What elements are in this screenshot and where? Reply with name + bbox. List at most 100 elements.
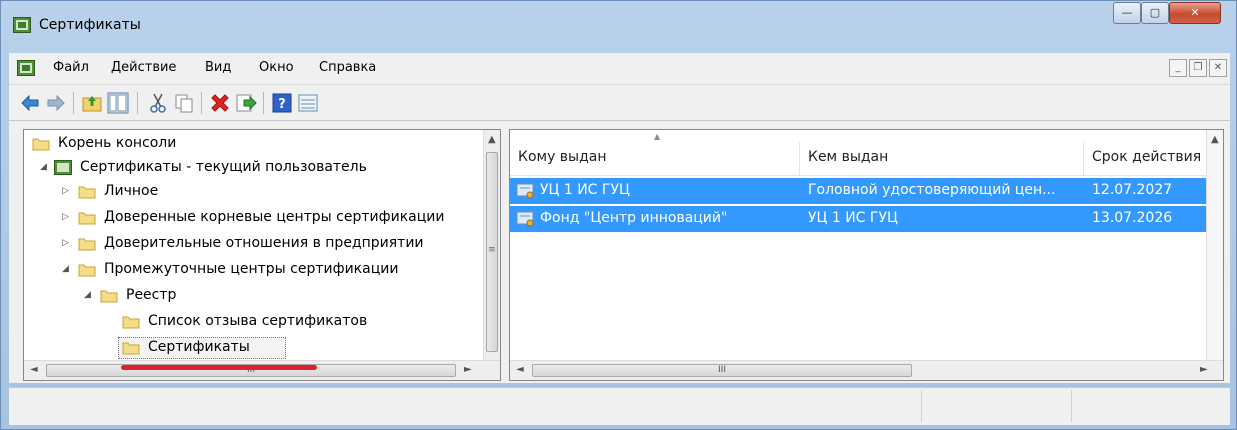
show-hide-tree-icon[interactable] xyxy=(107,92,129,114)
certificate-icon xyxy=(516,211,534,227)
list-horizontal-scroll-thumb[interactable]: III xyxy=(532,364,912,377)
folder-icon xyxy=(78,212,96,225)
cell-issued-to: УЦ 1 ИС ГУЦ xyxy=(540,182,630,198)
cell-issued-to: Фонд "Центр инноваций" xyxy=(540,210,728,226)
status-bar xyxy=(9,387,1230,425)
up-folder-icon[interactable] xyxy=(81,92,103,114)
scroll-right-icon[interactable]: ► xyxy=(464,364,472,375)
expanded-arrow-icon[interactable]: ◢ xyxy=(40,162,50,172)
properties-icon[interactable] xyxy=(297,92,319,114)
mmc-console-icon xyxy=(13,17,31,33)
tree-item-crl[interactable]: Список отзыва сертификатов xyxy=(28,310,478,334)
tree-vertical-scrollbar[interactable]: ▲ ≡ xyxy=(483,130,500,362)
scroll-up-icon[interactable]: ▲ xyxy=(1211,134,1219,145)
tree-item-label: Сертификаты xyxy=(148,339,250,355)
table-row[interactable]: УЦ 1 ИС ГУЦ Головной удостоверяющий цен.… xyxy=(510,178,1208,204)
certificate-list[interactable]: ▲ Кому выдан Кем выдан Срок действия УЦ … xyxy=(509,129,1224,381)
export-icon[interactable] xyxy=(235,92,257,114)
collapsed-arrow-icon[interactable]: ▷ xyxy=(62,238,72,248)
cell-expiration: 12.07.2027 xyxy=(1092,182,1173,198)
list-header: ▲ Кому выдан Кем выдан Срок действия xyxy=(510,130,1223,176)
menu-window[interactable]: Окно xyxy=(259,60,294,75)
tree-item-enterprise-trust[interactable]: ▷ Доверительные отношения в предприятии xyxy=(28,232,478,256)
toolbar-separator xyxy=(201,92,202,114)
mdi-minimize-button[interactable]: _ xyxy=(1169,59,1187,77)
title-bar[interactable]: Сертификаты — ▢ ✕ xyxy=(1,1,1236,51)
tree-item-personal[interactable]: ▷ Личное xyxy=(28,180,478,204)
menu-action[interactable]: Действие xyxy=(111,60,176,75)
tree-item-certificates-current-user[interactable]: ◢ Сертификаты - текущий пользователь xyxy=(28,156,478,180)
scroll-up-icon[interactable]: ▲ xyxy=(488,134,496,145)
column-issued-to[interactable]: Кому выдан xyxy=(510,142,800,176)
tree-item-label: Промежуточные центры сертификации xyxy=(104,261,399,277)
console-tree[interactable]: Корень консоли ◢ Сертификаты - текущий п… xyxy=(23,129,501,381)
cell-issued-by: УЦ 1 ИС ГУЦ xyxy=(808,210,898,226)
folder-icon xyxy=(78,264,96,277)
list-horizontal-scrollbar[interactable]: ◄ III ► xyxy=(510,360,1223,380)
annotation-underline xyxy=(121,365,317,370)
svg-text:?: ? xyxy=(278,97,286,112)
back-arrow-icon[interactable] xyxy=(19,92,41,114)
list-vertical-scrollbar[interactable]: ▲ xyxy=(1206,130,1223,362)
cell-issued-by: Головной удостоверяющий цен... xyxy=(808,182,1056,198)
tree-item-certificates[interactable]: Сертификаты xyxy=(28,336,478,360)
delete-icon[interactable] xyxy=(209,92,231,114)
tree-item-label: Список отзыва сертификатов xyxy=(148,313,368,329)
copy-icon[interactable] xyxy=(173,92,195,114)
folder-icon xyxy=(78,186,96,199)
expanded-arrow-icon[interactable]: ◢ xyxy=(62,264,72,274)
mdi-restore-button[interactable]: ❐ xyxy=(1189,59,1207,77)
menu-bar: Файл Действие Вид Окно Справка _ ❐ ✕ xyxy=(9,53,1230,85)
tree-item-label: Сертификаты - текущий пользователь xyxy=(80,159,367,175)
grip-label: III xyxy=(718,365,726,375)
column-issued-by[interactable]: Кем выдан xyxy=(800,142,1084,176)
tree-item-label: Доверенные корневые центры сертификации xyxy=(104,209,445,225)
status-cell xyxy=(921,390,1071,422)
close-button[interactable]: ✕ xyxy=(1169,2,1221,24)
collapsed-arrow-icon[interactable]: ▷ xyxy=(62,186,72,196)
mdi-close-button[interactable]: ✕ xyxy=(1209,59,1227,77)
folder-icon xyxy=(78,238,96,251)
menu-view[interactable]: Вид xyxy=(205,60,231,75)
column-expiration[interactable]: Срок действия xyxy=(1084,142,1208,176)
tree-item-label: Корень консоли xyxy=(58,135,177,151)
tree-vertical-scroll-thumb[interactable]: ≡ xyxy=(486,152,498,352)
menu-help[interactable]: Справка xyxy=(319,60,376,75)
tree-item-label: Доверительные отношения в предприятии xyxy=(104,235,424,251)
minimize-button[interactable]: — xyxy=(1113,2,1141,24)
mmc-window: Сертификаты — ▢ ✕ Файл Действие Вид Окно… xyxy=(0,0,1237,430)
toolbar: ? xyxy=(9,85,1230,121)
collapsed-arrow-icon[interactable]: ▷ xyxy=(62,212,72,222)
status-cell xyxy=(1071,390,1230,422)
expanded-arrow-icon[interactable]: ◢ xyxy=(84,290,94,300)
grip-icon: ≡ xyxy=(488,245,496,255)
cut-icon[interactable] xyxy=(147,92,169,114)
tree-item-label: Реестр xyxy=(126,287,177,303)
tree-item-registry[interactable]: ◢ Реестр xyxy=(28,284,478,308)
folder-icon xyxy=(122,342,140,355)
folder-icon xyxy=(32,138,50,151)
tree-item-intermediate-ca[interactable]: ◢ Промежуточные центры сертификации xyxy=(28,258,478,282)
window-title: Сертификаты xyxy=(39,17,141,33)
certificate-store-icon xyxy=(54,160,72,175)
scroll-left-icon[interactable]: ◄ xyxy=(30,364,38,375)
maximize-button[interactable]: ▢ xyxy=(1141,2,1169,24)
scroll-left-icon[interactable]: ◄ xyxy=(516,364,524,375)
tree-item-console-root[interactable]: Корень консоли xyxy=(28,132,478,156)
console-system-menu-icon[interactable] xyxy=(17,60,35,76)
toolbar-separator xyxy=(263,92,264,114)
forward-arrow-icon[interactable] xyxy=(45,92,67,114)
folder-icon xyxy=(122,316,140,329)
toolbar-separator xyxy=(137,92,138,114)
menu-file[interactable]: Файл xyxy=(53,60,89,75)
tree-horizontal-scrollbar[interactable]: ◄ III ► xyxy=(24,360,500,380)
tree-item-trusted-root-ca[interactable]: ▷ Доверенные корневые центры сертификаци… xyxy=(28,206,488,230)
help-icon[interactable]: ? xyxy=(271,92,293,114)
cell-expiration: 13.07.2026 xyxy=(1092,210,1173,226)
certificate-icon xyxy=(516,183,534,199)
table-row[interactable]: Фонд "Центр инноваций" УЦ 1 ИС ГУЦ 13.07… xyxy=(510,206,1208,232)
panes-container: Корень консоли ◢ Сертификаты - текущий п… xyxy=(9,121,1230,383)
scroll-right-icon[interactable]: ► xyxy=(1200,364,1208,375)
folder-icon xyxy=(100,290,118,303)
toolbar-separator xyxy=(73,92,74,114)
